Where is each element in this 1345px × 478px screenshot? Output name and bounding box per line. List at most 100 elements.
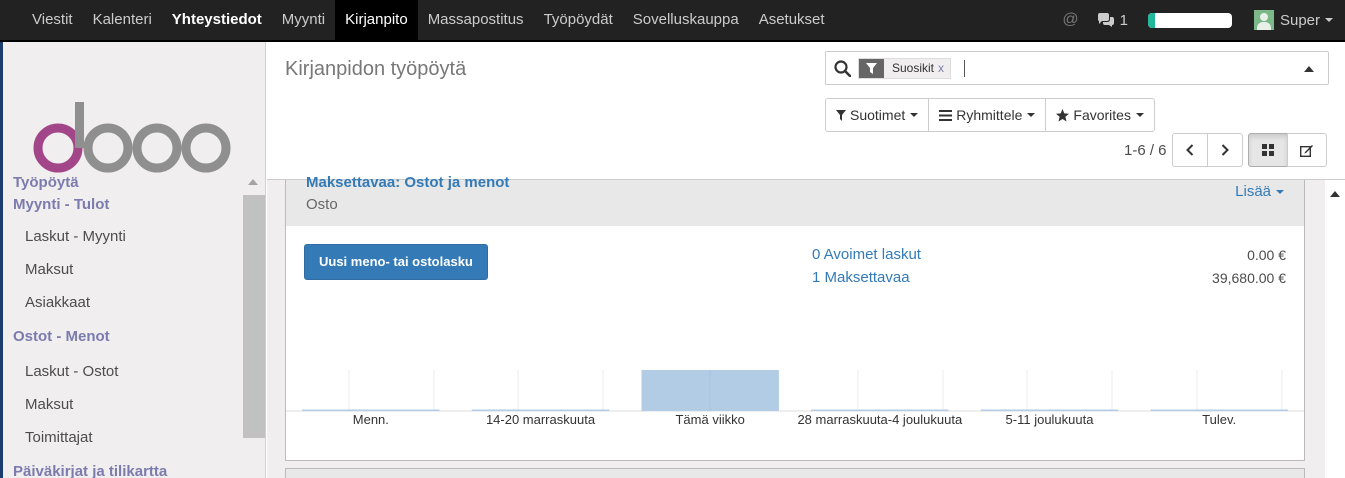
star-icon <box>1056 108 1070 121</box>
caret-down-icon <box>1276 190 1284 195</box>
user-menu[interactable]: Super <box>1253 10 1333 30</box>
chat-button[interactable]: 1 <box>1097 12 1128 29</box>
sidebar-scrollbar[interactable] <box>243 177 265 478</box>
odoo-logo <box>33 102 231 173</box>
filter-icon <box>836 109 846 121</box>
main-menu: Viestit Kalenteri Yhteystiedot Myynti Ki… <box>22 0 835 40</box>
chart-bar[interactable] <box>980 409 1119 412</box>
progress-bar <box>1147 12 1232 28</box>
chart-x-tick-label: 14-20 marraskuuta <box>485 412 596 427</box>
more-label: Lisää <box>1235 183 1271 200</box>
sidebar-item-maksut-ostot[interactable]: Maksut <box>3 388 243 421</box>
sidebar-section-ostot[interactable]: Ostot - Menot <box>3 319 243 355</box>
sidebar-item-laskut-ostot[interactable]: Laskut - Ostot <box>3 355 243 388</box>
chart-x-tick-label: Tämä viikko <box>675 412 745 427</box>
sidebar-section-tyopoyta[interactable]: Työpöytä <box>3 172 243 194</box>
group-by-button[interactable]: Ryhmittele <box>928 98 1047 132</box>
chat-bubbles-icon <box>1097 12 1114 27</box>
user-name: Super <box>1279 11 1320 29</box>
filters-label: Suotimet <box>850 107 906 123</box>
menu-item-tyopoydat[interactable]: Työpöydät <box>534 0 623 40</box>
more-dropdown[interactable]: Lisää <box>1235 183 1284 200</box>
chart-x-tick-label: 28 marraskuuta-4 joulukuuta <box>797 412 963 427</box>
journal-name[interactable]: Maksettavaa: Ostot ja menot <box>306 174 509 191</box>
list-icon <box>939 109 953 121</box>
chevron-right-icon <box>1221 144 1229 156</box>
menu-item-viestit[interactable]: Viestit <box>22 0 83 40</box>
menu-item-asetukset[interactable]: Asetukset <box>749 0 835 40</box>
form-view-button[interactable] <box>1287 133 1327 167</box>
navbar-right: @ 1 Super <box>1062 0 1345 40</box>
chart-bar[interactable] <box>1150 409 1288 412</box>
chevron-down-icon <box>1135 113 1144 117</box>
search-icon <box>834 60 851 77</box>
facet-remove-icon[interactable]: x <box>938 61 944 75</box>
progress-bar-fill <box>1147 12 1155 28</box>
favorites-label: Favorites <box>1073 107 1131 123</box>
pager-previous-button[interactable] <box>1172 133 1208 167</box>
filter-icon <box>859 59 884 78</box>
menu-item-myynti[interactable]: Myynti <box>272 0 335 40</box>
favorites-button[interactable]: Favorites <box>1045 98 1155 132</box>
control-panel: Kirjanpidon työpöytä Suosikit x Suotimet … <box>267 42 1345 180</box>
top-navbar: Viestit Kalenteri Yhteystiedot Myynti Ki… <box>0 0 1345 42</box>
open-invoices-amount: 0.00 € <box>1247 247 1286 263</box>
content-scrollbar[interactable] <box>1325 180 1345 478</box>
kanban-grid-icon <box>1262 144 1274 156</box>
menu-item-sovelluskauppa[interactable]: Sovelluskauppa <box>623 0 749 40</box>
chat-count: 1 <box>1119 11 1128 29</box>
kanban-view-button[interactable] <box>1248 133 1288 167</box>
chart-x-axis-labels: Menn. 14-20 marraskuuta Tämä viikko 28 marr… <box>286 412 1304 432</box>
menu-item-massapostitus[interactable]: Massapostitus <box>418 0 534 40</box>
chevron-down-icon <box>910 113 919 117</box>
mentions-icon[interactable]: @ <box>1062 11 1078 29</box>
chart-x-tick-label: 5-11 joulukuuta <box>1005 412 1094 427</box>
chart-bar[interactable] <box>471 409 610 412</box>
sidebar-item-maksut-myynti[interactable]: Maksut <box>3 253 243 286</box>
pager-next-button[interactable] <box>1207 133 1243 167</box>
chart-bar[interactable] <box>811 409 949 412</box>
sidebar-section-paivakirjat[interactable]: Päiväkirjat ja tilikartta <box>3 454 243 478</box>
chart-x-tick-label: Tulev. <box>1202 412 1237 427</box>
chart-x-tick-label: Menn. <box>352 412 389 427</box>
facet-value: Suosikit x <box>884 59 951 78</box>
chart-bar[interactable] <box>302 409 440 412</box>
to-pay-amount: 39,680.00 € <box>1212 270 1286 286</box>
chevron-down-icon <box>1325 18 1333 22</box>
scroll-up-arrow-icon[interactable] <box>1330 191 1340 197</box>
dashboard-content: Maksettavaa: Ostot ja menot Osto Lisää U… <box>267 174 1345 478</box>
chevron-down-icon <box>1027 113 1036 117</box>
text-cursor <box>964 60 965 77</box>
to-pay-link[interactable]: 1 Maksettavaa <box>812 269 910 286</box>
journal-type: Osto <box>306 196 338 213</box>
facet-label: Suosikit <box>892 61 935 75</box>
sidebar-item-asiakkaat[interactable]: Asiakkaat <box>3 286 243 319</box>
edit-icon <box>1300 144 1313 157</box>
next-journal-card <box>285 468 1305 478</box>
sidebar-item-laskut-myynti[interactable]: Laskut - Myynti <box>3 220 243 253</box>
menu-item-kirjanpito[interactable]: Kirjanpito <box>335 0 418 40</box>
view-switcher <box>1248 133 1327 167</box>
journal-card-header: Maksettavaa: Ostot ja menot Osto Lisää <box>286 174 1304 226</box>
sidebar-scrollbar-thumb[interactable] <box>243 195 265 438</box>
sidebar: Työpöytä Myynti - Tulot Laskut - Myynti … <box>3 42 266 478</box>
group-by-label: Ryhmittele <box>956 107 1023 123</box>
search-options-toggle-icon[interactable] <box>1304 66 1314 72</box>
pager-value[interactable]: 1-6 / 6 <box>1124 142 1167 159</box>
page-title: Kirjanpidon työpöytä <box>285 58 467 80</box>
chevron-left-icon <box>1186 144 1194 156</box>
avatar <box>1253 10 1274 30</box>
scroll-up-arrow-icon[interactable] <box>248 179 258 185</box>
journal-card: Maksettavaa: Ostot ja menot Osto Lisää U… <box>285 174 1305 461</box>
filters-button[interactable]: Suotimet <box>825 98 930 132</box>
sidebar-menu: Työpöytä Myynti - Tulot Laskut - Myynti … <box>3 172 243 478</box>
menu-item-kalenteri[interactable]: Kalenteri <box>83 0 162 40</box>
sidebar-section-myynti[interactable]: Myynti - Tulot <box>3 194 243 216</box>
search-input[interactable]: Suosikit x <box>825 51 1329 85</box>
search-options-buttons: Suotimet Ryhmittele Favorites <box>825 98 1155 132</box>
pager-buttons <box>1172 133 1243 167</box>
sidebar-item-toimittajat[interactable]: Toimittajat <box>3 421 243 454</box>
new-bill-button[interactable]: Uusi meno- tai ostolasku <box>304 244 488 280</box>
open-invoices-link[interactable]: 0 Avoimet laskut <box>812 246 921 263</box>
menu-item-yhteystiedot[interactable]: Yhteystiedot <box>162 0 272 40</box>
